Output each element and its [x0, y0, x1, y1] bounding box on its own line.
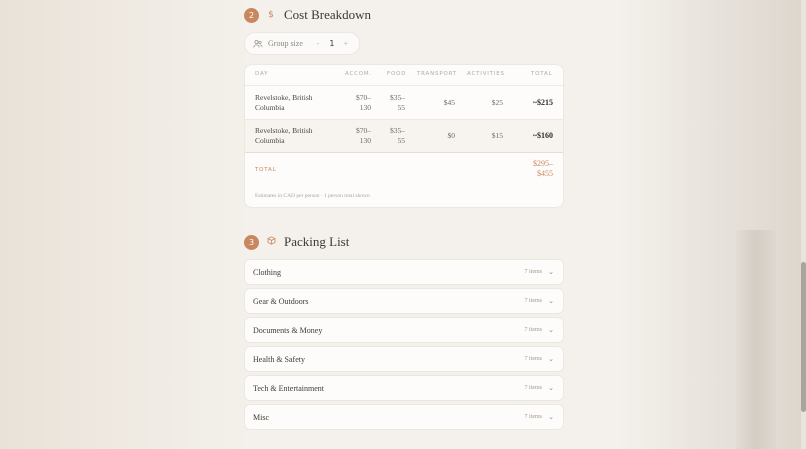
chevron-down-icon: ⌄: [548, 297, 554, 305]
section-title: Cost Breakdown: [284, 7, 372, 22]
packing-category-clothing[interactable]: Clothing 7 items ⌄: [244, 259, 564, 285]
chevron-down-icon: ⌄: [548, 413, 554, 421]
divider: [245, 85, 563, 86]
cost-section-header: 2 $ Cost Breakdown: [244, 7, 371, 23]
total-value: $295– $455: [533, 159, 553, 178]
header-food: FOOD: [387, 71, 407, 77]
chevron-down-icon: ⌄: [548, 384, 554, 392]
cell-day: Revelstoke, British Columbia: [255, 126, 313, 145]
header-activities: ACTIVITIES: [467, 71, 505, 77]
scrollbar-track[interactable]: [801, 0, 806, 449]
header-transport: TRANSPORT: [417, 71, 457, 77]
cell-transport: $0: [447, 131, 456, 140]
estimate-note: Estimates in CAD per person · 1 person t…: [255, 193, 370, 199]
item-count: 7 items: [524, 385, 543, 391]
total-label: TOTAL: [255, 167, 277, 173]
box-icon: [266, 236, 276, 248]
packing-category-tech[interactable]: Tech & Entertainment 7 items ⌄: [244, 375, 564, 401]
item-count: 7 items: [524, 356, 543, 362]
cell-accom: $70– 130: [356, 126, 371, 145]
packing-category-misc[interactable]: Misc 7 items ⌄: [244, 404, 564, 430]
decrease-group-button[interactable]: -: [311, 39, 325, 48]
group-size-label: Group size: [268, 39, 303, 48]
cell-activities: $15: [491, 131, 503, 140]
divider: [245, 152, 563, 153]
cell-accom: $70– 130: [356, 93, 371, 112]
cell-total: ~$160: [532, 131, 553, 140]
category-label: Documents & Money: [253, 325, 323, 335]
category-label: Gear & Outdoors: [253, 296, 309, 306]
cell-food: $35– 55: [390, 126, 405, 145]
header-total: TOTAL: [531, 71, 553, 77]
item-count: 7 items: [524, 327, 543, 333]
category-label: Tech & Entertainment: [253, 383, 324, 393]
increase-group-button[interactable]: +: [339, 39, 353, 48]
cell-transport: $45: [443, 98, 455, 107]
chevron-down-icon: ⌄: [548, 355, 554, 363]
category-label: Misc: [253, 412, 269, 422]
item-count: 7 items: [524, 414, 543, 420]
packing-category-health[interactable]: Health & Safety 7 items ⌄: [244, 346, 564, 372]
header-accom: ACCOM.: [345, 71, 372, 77]
dollar-icon: $: [268, 10, 274, 20]
scrollbar-thumb[interactable]: [801, 262, 806, 412]
cell-food: $35– 55: [390, 93, 405, 112]
cell-day: Revelstoke, British Columbia: [255, 93, 313, 112]
packing-category-documents[interactable]: Documents & Money 7 items ⌄: [244, 317, 564, 343]
background-streak: [736, 230, 776, 449]
background-texture-right: [616, 0, 806, 449]
category-label: Health & Safety: [253, 354, 305, 364]
packing-category-gear[interactable]: Gear & Outdoors 7 items ⌄: [244, 288, 564, 314]
header-day: DAY: [255, 71, 269, 77]
group-size-value: 1: [329, 39, 335, 48]
item-count: 7 items: [524, 298, 543, 304]
chevron-down-icon: ⌄: [548, 326, 554, 334]
step-badge: 2: [244, 7, 259, 23]
item-count: 7 items: [524, 269, 543, 275]
cell-activities: $25: [491, 98, 503, 107]
step-badge: 3: [244, 234, 259, 250]
cost-table: DAY ACCOM. FOOD TRANSPORT ACTIVITIES TOT…: [244, 64, 564, 208]
cell-total: ~$215: [532, 98, 553, 107]
background-texture-left: [0, 0, 260, 449]
chevron-down-icon: ⌄: [548, 268, 554, 276]
category-label: Clothing: [253, 267, 282, 277]
people-icon: [253, 39, 263, 49]
group-size-control: Group size - 1 +: [244, 32, 360, 55]
packing-section-header: 3 Packing List: [244, 234, 349, 250]
section-title: Packing List: [284, 234, 350, 249]
